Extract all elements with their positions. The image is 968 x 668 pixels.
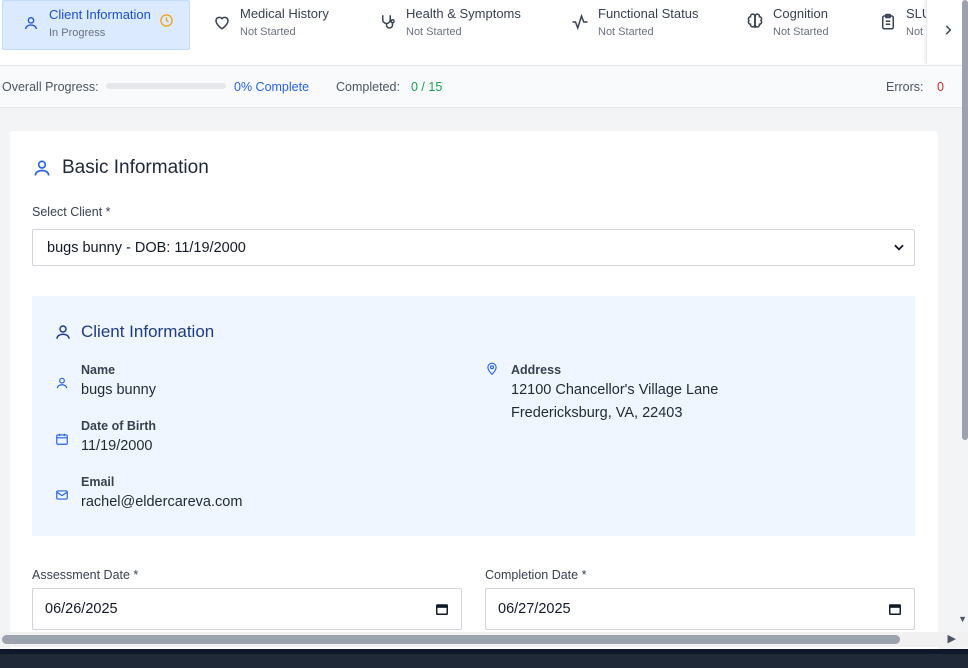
overall-progress-bar bbox=[106, 83, 226, 89]
clock-icon bbox=[159, 13, 174, 33]
tab-status: Not Started bbox=[406, 26, 462, 38]
client-dob: Date of Birth 11/19/2000 bbox=[53, 418, 156, 458]
client-email: Email rachel@eldercareva.com bbox=[53, 474, 242, 514]
taskbar bbox=[0, 649, 968, 668]
errors-count: 0 bbox=[937, 80, 944, 94]
mail-icon bbox=[53, 474, 71, 514]
select-client-label: Select Client * bbox=[32, 205, 111, 219]
clipboard-icon bbox=[878, 12, 898, 32]
email-label: Email bbox=[81, 475, 115, 489]
assessment-tabs: Client Information In Progress Medical H… bbox=[0, 0, 968, 66]
calendar-icon[interactable] bbox=[435, 602, 449, 620]
completed-count: 0 / 15 bbox=[411, 80, 443, 94]
tab-status: Not Started bbox=[773, 26, 829, 38]
calendar-icon[interactable] bbox=[888, 602, 902, 620]
completion-date-label: Completion Date * bbox=[485, 568, 587, 582]
tab-health-symptoms[interactable]: Health & Symptoms Not Started bbox=[378, 0, 521, 50]
heart-icon bbox=[212, 12, 232, 32]
errors-label: Errors: bbox=[886, 80, 924, 94]
completed-label: Completed: bbox=[336, 80, 400, 94]
selected-client: bugs bunny - DOB: 11/19/2000 bbox=[47, 239, 246, 256]
tab-functional-status[interactable]: Functional Status Not Started bbox=[570, 0, 698, 50]
overall-progress-label: Overall Progress: bbox=[2, 80, 99, 94]
user-icon bbox=[53, 362, 71, 402]
tab-status: In Progress bbox=[49, 27, 106, 39]
scroll-right-arrow-icon[interactable]: ▶ bbox=[948, 632, 956, 645]
user-icon bbox=[21, 13, 41, 33]
tab-slums[interactable]: SLU Not bbox=[878, 0, 931, 50]
activity-icon bbox=[570, 12, 590, 32]
progress-percent: 0% Complete bbox=[234, 80, 310, 94]
brain-icon bbox=[745, 12, 765, 32]
dob-label: Date of Birth bbox=[81, 419, 156, 433]
tab-label: Cognition bbox=[773, 6, 828, 21]
tab-status: Not Started bbox=[598, 26, 654, 38]
assessment-date-value: 06/26/2025 bbox=[45, 601, 118, 617]
user-icon bbox=[32, 158, 52, 178]
client-address: Address 12100 Chancellor's Village Lane … bbox=[483, 362, 718, 425]
calendar-icon bbox=[53, 418, 71, 458]
map-pin-icon bbox=[483, 362, 501, 425]
assessment-date-label: Assessment Date * bbox=[32, 568, 139, 582]
address-line1: 12100 Chancellor's Village Lane bbox=[511, 382, 719, 398]
tab-medical-history[interactable]: Medical History Not Started bbox=[212, 0, 329, 50]
name-value: bugs bunny bbox=[81, 382, 156, 398]
tab-label: Functional Status bbox=[598, 6, 699, 21]
tab-client-information[interactable]: Client Information In Progress bbox=[2, 0, 190, 50]
client-info-title-text: Client Information bbox=[81, 322, 215, 341]
section-title-text: Basic Information bbox=[62, 157, 209, 178]
tab-label: Health & Symptoms bbox=[406, 6, 521, 21]
tab-label: Client Information bbox=[49, 7, 151, 22]
basic-information-card: Basic Information Select Client * bugs b… bbox=[10, 131, 938, 651]
completion-date-value: 06/27/2025 bbox=[498, 601, 571, 617]
client-name: Name bugs bunny bbox=[53, 362, 156, 402]
scroll-down-arrow-icon[interactable]: ▼ bbox=[958, 614, 967, 624]
completion-date-input[interactable]: 06/27/2025 bbox=[485, 588, 915, 630]
dob-value: 11/19/2000 bbox=[81, 438, 153, 454]
user-icon bbox=[54, 323, 72, 341]
address-line2: Fredericksburg, VA, 22403 bbox=[511, 405, 683, 421]
chevron-down-icon bbox=[892, 240, 906, 258]
email-value: rachel@eldercareva.com bbox=[81, 494, 243, 510]
vertical-scrollbar[interactable] bbox=[962, 0, 968, 440]
tab-cognition[interactable]: Cognition Not Started bbox=[745, 0, 829, 50]
address-label: Address bbox=[511, 363, 562, 377]
progress-summary: Overall Progress: 0% Complete Completed:… bbox=[0, 66, 968, 108]
tab-label: Medical History bbox=[240, 6, 329, 21]
client-select[interactable]: bugs bunny - DOB: 11/19/2000 bbox=[32, 229, 915, 266]
name-label: Name bbox=[81, 363, 116, 377]
client-info-panel: Client Information Name bugs bunny Date … bbox=[32, 296, 915, 536]
horizontal-scrollbar-thumb[interactable] bbox=[2, 635, 900, 644]
tab-status: Not Started bbox=[240, 26, 296, 38]
assessment-date-input[interactable]: 06/26/2025 bbox=[32, 588, 462, 630]
horizontal-scrollbar[interactable]: ▶ bbox=[0, 632, 968, 647]
client-info-title: Client Information bbox=[54, 322, 214, 342]
section-title: Basic Information bbox=[32, 157, 209, 179]
stethoscope-icon bbox=[378, 12, 398, 32]
chevron-right-icon bbox=[941, 23, 955, 42]
